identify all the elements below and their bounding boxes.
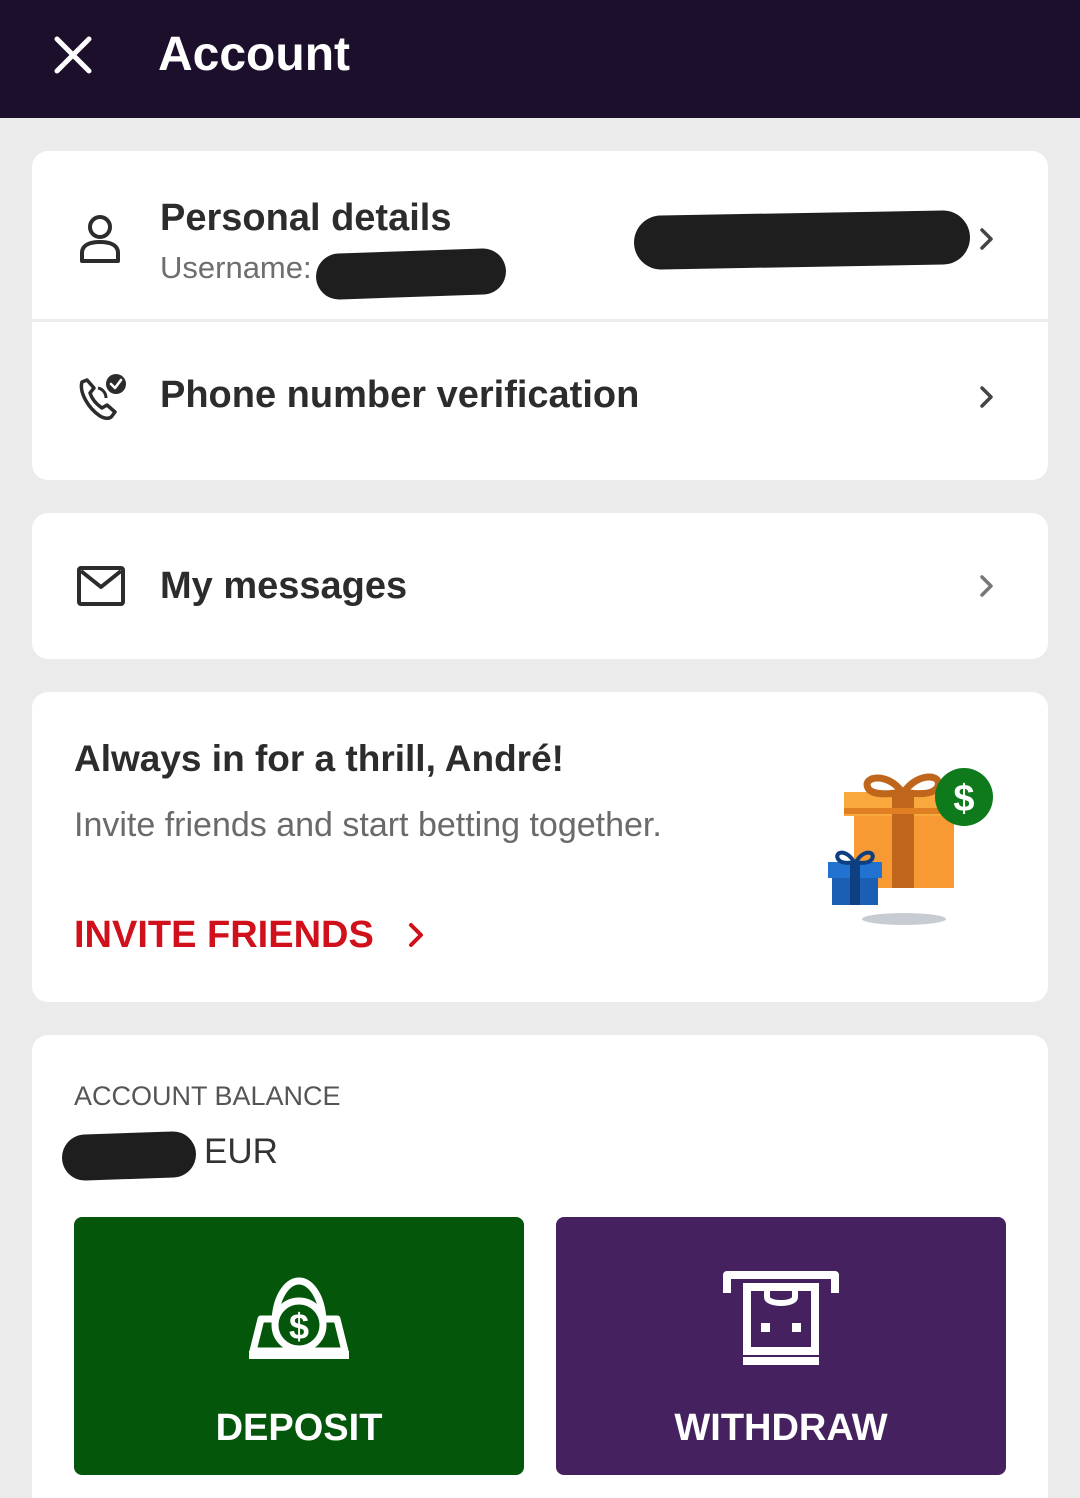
deposit-label: DEPOSIT bbox=[215, 1407, 383, 1449]
username-label: Username: bbox=[160, 250, 312, 285]
chevron-right-icon bbox=[980, 386, 993, 408]
balance-currency: EUR bbox=[204, 1132, 278, 1171]
balance-label: ACCOUNT BALANCE bbox=[74, 1081, 341, 1111]
phone-verification-row[interactable]: Phone number verification bbox=[32, 322, 1048, 480]
account-card: Personal details Username: Phone number … bbox=[32, 151, 1048, 480]
personal-details-row[interactable]: Personal details Username: bbox=[32, 151, 1048, 319]
my-messages-row[interactable]: My messages bbox=[32, 513, 1048, 659]
app-header: Account bbox=[0, 0, 1080, 118]
close-icon bbox=[54, 36, 92, 74]
close-button[interactable] bbox=[48, 30, 98, 80]
personal-details-title: Personal details bbox=[160, 197, 452, 239]
cash-icon: $ bbox=[249, 1277, 349, 1359]
promo-subtitle: Invite friends and start betting togethe… bbox=[74, 806, 662, 844]
person-icon bbox=[80, 215, 120, 263]
invite-friends-link[interactable]: INVITE FRIENDS bbox=[74, 910, 428, 960]
my-messages-label: My messages bbox=[160, 565, 408, 607]
invite-friends-label: INVITE FRIENDS bbox=[74, 914, 374, 956]
page-title: Account bbox=[158, 28, 350, 81]
deposit-button[interactable]: $ DEPOSIT bbox=[74, 1217, 524, 1475]
chevron-right-icon bbox=[980, 575, 993, 597]
invite-promo-card: Always in for a thrill, André! Invite fr… bbox=[32, 692, 1048, 1002]
redacted-balance-amount bbox=[61, 1130, 197, 1182]
svg-text:$: $ bbox=[289, 1306, 309, 1347]
chevron-right-icon bbox=[408, 923, 423, 947]
mail-icon bbox=[77, 566, 125, 606]
phone-verification-label: Phone number verification bbox=[160, 374, 640, 416]
redacted-personal-info bbox=[633, 210, 971, 270]
messages-card: My messages bbox=[32, 513, 1048, 659]
svg-text:$: $ bbox=[953, 778, 974, 820]
chevron-right-icon bbox=[980, 228, 993, 250]
redacted-username bbox=[315, 247, 507, 301]
atm-withdraw-icon bbox=[723, 1271, 839, 1365]
withdraw-button[interactable]: WITHDRAW bbox=[556, 1217, 1006, 1475]
gift-icon: $ bbox=[828, 768, 993, 925]
balance-card: ACCOUNT BALANCE EUR $ DEPOSIT WITHDRAW bbox=[32, 1035, 1048, 1498]
phone-verified-icon bbox=[79, 374, 126, 420]
withdraw-label: WITHDRAW bbox=[674, 1407, 888, 1449]
promo-title: Always in for a thrill, André! bbox=[74, 738, 564, 779]
